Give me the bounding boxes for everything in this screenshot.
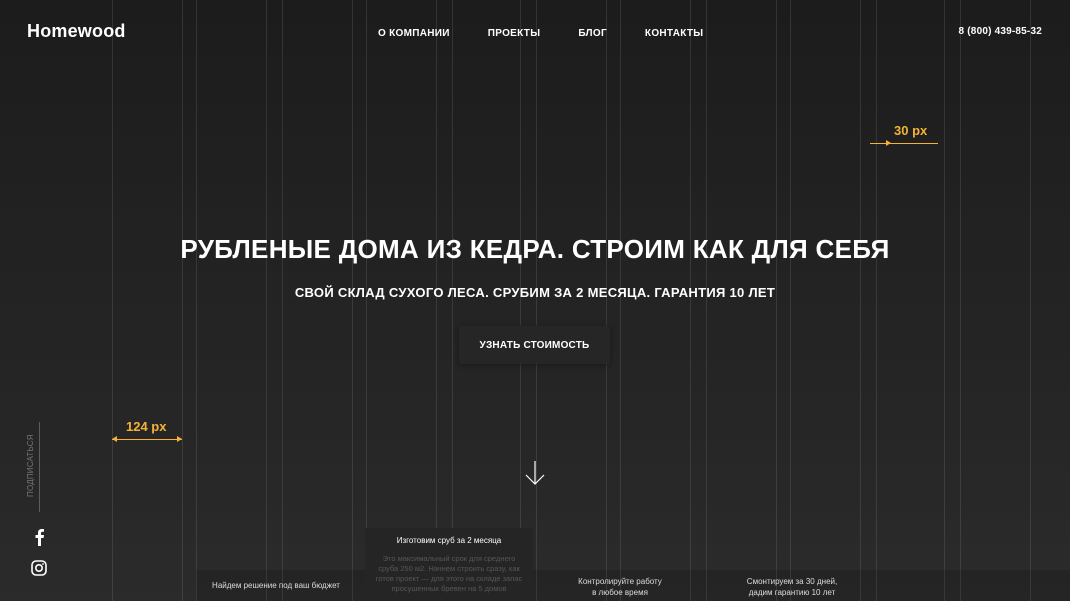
nav-link-about[interactable]: О КОМПАНИИ xyxy=(378,28,450,39)
measure-label-30: 30 px xyxy=(894,123,928,138)
instagram-icon[interactable] xyxy=(31,560,47,581)
measure-line-30 xyxy=(870,143,938,144)
hero-title: РУБЛЕНЫЕ ДОМА ИЗ КЕДРА. СТРОИМ КАК ДЛЯ С… xyxy=(180,234,890,264)
subscribe-link[interactable]: ПОДПИСАТЬСЯ xyxy=(26,434,35,497)
arrow-right-icon xyxy=(177,436,182,442)
site-logo[interactable]: Homewood xyxy=(27,21,126,42)
feature-card-active[interactable]: Изготовим сруб за 2 месяца Это максималь… xyxy=(365,528,533,601)
nav-link-projects[interactable]: ПРОЕКТЫ xyxy=(488,28,541,39)
feature-active-title: Изготовим сруб за 2 месяца xyxy=(396,536,502,545)
feature-budget-text: Найдем решение под ваш бюджет xyxy=(212,581,340,590)
feature-control[interactable]: Контролируйте работу в любое время xyxy=(555,576,685,598)
main-nav: О КОМПАНИИ ПРОЕКТЫ БЛОГ КОНТАКТЫ xyxy=(378,28,741,39)
feature-control-line2: в любое время xyxy=(592,588,648,597)
feature-control-line1: Контролируйте работу xyxy=(578,577,662,586)
nav-link-contacts[interactable]: КОНТАКТЫ xyxy=(645,28,703,39)
scroll-down-icon[interactable] xyxy=(524,460,546,491)
feature-assemble-line2: дадим гарантию 10 лет xyxy=(748,588,836,597)
grid-guides xyxy=(0,0,1070,601)
nav-link-blog[interactable]: БЛОГ xyxy=(578,28,607,39)
feature-assemble-line1: Смонтируем за 30 дней, xyxy=(746,577,838,586)
facebook-icon[interactable] xyxy=(33,528,45,551)
measure-label-124: 124 px xyxy=(126,419,167,434)
phone-number[interactable]: 8 (800) 439-85-32 xyxy=(959,26,1042,37)
measure-line-124 xyxy=(112,439,182,440)
feature-active-description: Это максимальный срок для среднего сруба… xyxy=(375,554,523,593)
social-divider xyxy=(39,422,40,512)
hero-subtitle: СВОЙ СКЛАД СУХОГО ЛЕСА. СРУБИМ ЗА 2 МЕСЯ… xyxy=(294,285,776,300)
feature-assemble[interactable]: Смонтируем за 30 дней, дадим гарантию 10… xyxy=(722,576,862,598)
get-price-button[interactable]: УЗНАТЬ СТОИМОСТЬ xyxy=(459,326,610,364)
feature-budget[interactable]: Найдем решение под ваш бюджет xyxy=(196,580,356,591)
